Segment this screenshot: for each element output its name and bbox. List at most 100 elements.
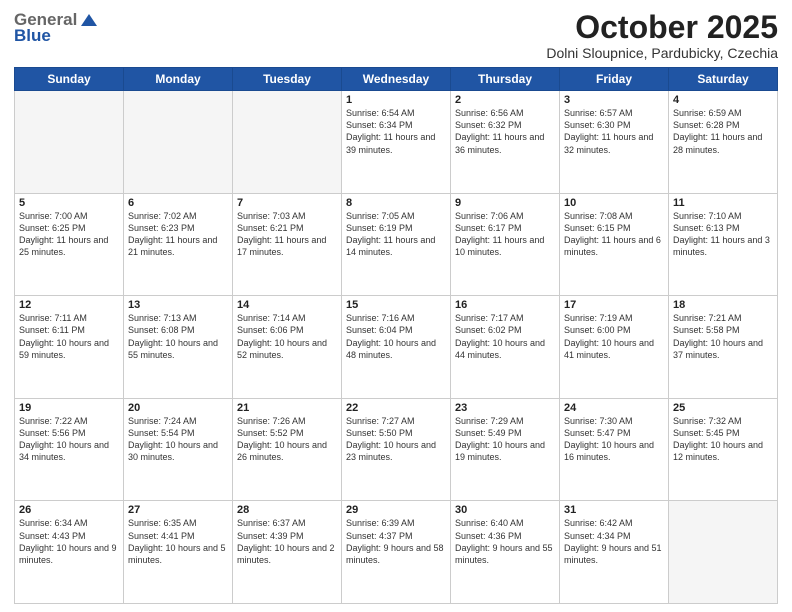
day-number: 14 xyxy=(237,299,337,311)
day-number: 20 xyxy=(128,402,228,414)
day-number: 12 xyxy=(19,299,119,311)
day-cell xyxy=(233,91,342,194)
weekday-header-tuesday: Tuesday xyxy=(233,68,342,91)
day-info: Sunrise: 7:17 AM Sunset: 6:02 PM Dayligh… xyxy=(455,312,555,361)
weekday-header-wednesday: Wednesday xyxy=(342,68,451,91)
day-number: 15 xyxy=(346,299,446,311)
day-info: Sunrise: 6:39 AM Sunset: 4:37 PM Dayligh… xyxy=(346,517,446,566)
week-row-3: 12Sunrise: 7:11 AM Sunset: 6:11 PM Dayli… xyxy=(15,296,778,399)
day-info: Sunrise: 7:11 AM Sunset: 6:11 PM Dayligh… xyxy=(19,312,119,361)
weekday-header-thursday: Thursday xyxy=(451,68,560,91)
day-cell: 28Sunrise: 6:37 AM Sunset: 4:39 PM Dayli… xyxy=(233,501,342,604)
day-info: Sunrise: 7:02 AM Sunset: 6:23 PM Dayligh… xyxy=(128,210,228,259)
day-info: Sunrise: 7:14 AM Sunset: 6:06 PM Dayligh… xyxy=(237,312,337,361)
day-number: 23 xyxy=(455,402,555,414)
day-info: Sunrise: 6:57 AM Sunset: 6:30 PM Dayligh… xyxy=(564,107,664,156)
day-number: 19 xyxy=(19,402,119,414)
weekday-header-saturday: Saturday xyxy=(669,68,778,91)
day-cell: 27Sunrise: 6:35 AM Sunset: 4:41 PM Dayli… xyxy=(124,501,233,604)
day-cell: 4Sunrise: 6:59 AM Sunset: 6:28 PM Daylig… xyxy=(669,91,778,194)
day-info: Sunrise: 7:03 AM Sunset: 6:21 PM Dayligh… xyxy=(237,210,337,259)
week-row-1: 1Sunrise: 6:54 AM Sunset: 6:34 PM Daylig… xyxy=(15,91,778,194)
day-info: Sunrise: 7:19 AM Sunset: 6:00 PM Dayligh… xyxy=(564,312,664,361)
day-number: 21 xyxy=(237,402,337,414)
day-cell: 13Sunrise: 7:13 AM Sunset: 6:08 PM Dayli… xyxy=(124,296,233,399)
day-info: Sunrise: 7:05 AM Sunset: 6:19 PM Dayligh… xyxy=(346,210,446,259)
day-number: 13 xyxy=(128,299,228,311)
day-cell: 18Sunrise: 7:21 AM Sunset: 5:58 PM Dayli… xyxy=(669,296,778,399)
day-number: 8 xyxy=(346,197,446,209)
day-info: Sunrise: 7:10 AM Sunset: 6:13 PM Dayligh… xyxy=(673,210,773,259)
day-cell: 5Sunrise: 7:00 AM Sunset: 6:25 PM Daylig… xyxy=(15,193,124,296)
day-info: Sunrise: 6:34 AM Sunset: 4:43 PM Dayligh… xyxy=(19,517,119,566)
day-cell xyxy=(669,501,778,604)
day-info: Sunrise: 7:32 AM Sunset: 5:45 PM Dayligh… xyxy=(673,415,773,464)
day-number: 9 xyxy=(455,197,555,209)
day-info: Sunrise: 7:22 AM Sunset: 5:56 PM Dayligh… xyxy=(19,415,119,464)
day-cell: 6Sunrise: 7:02 AM Sunset: 6:23 PM Daylig… xyxy=(124,193,233,296)
day-number: 2 xyxy=(455,94,555,106)
day-cell xyxy=(124,91,233,194)
day-info: Sunrise: 7:00 AM Sunset: 6:25 PM Dayligh… xyxy=(19,210,119,259)
day-info: Sunrise: 6:40 AM Sunset: 4:36 PM Dayligh… xyxy=(455,517,555,566)
day-info: Sunrise: 7:27 AM Sunset: 5:50 PM Dayligh… xyxy=(346,415,446,464)
weekday-header-monday: Monday xyxy=(124,68,233,91)
day-number: 28 xyxy=(237,504,337,516)
weekday-header-friday: Friday xyxy=(560,68,669,91)
day-cell: 16Sunrise: 7:17 AM Sunset: 6:02 PM Dayli… xyxy=(451,296,560,399)
weekday-header-row: SundayMondayTuesdayWednesdayThursdayFrid… xyxy=(15,68,778,91)
day-cell: 31Sunrise: 6:42 AM Sunset: 4:34 PM Dayli… xyxy=(560,501,669,604)
day-cell: 24Sunrise: 7:30 AM Sunset: 5:47 PM Dayli… xyxy=(560,398,669,501)
day-cell: 7Sunrise: 7:03 AM Sunset: 6:21 PM Daylig… xyxy=(233,193,342,296)
day-cell xyxy=(15,91,124,194)
day-number: 16 xyxy=(455,299,555,311)
day-info: Sunrise: 6:37 AM Sunset: 4:39 PM Dayligh… xyxy=(237,517,337,566)
subtitle: Dolni Sloupnice, Pardubicky, Czechia xyxy=(546,45,778,61)
day-number: 30 xyxy=(455,504,555,516)
day-info: Sunrise: 7:26 AM Sunset: 5:52 PM Dayligh… xyxy=(237,415,337,464)
day-number: 24 xyxy=(564,402,664,414)
month-title: October 2025 xyxy=(546,10,778,45)
logo-blue-text: Blue xyxy=(14,26,51,46)
header: General Blue October 2025 Dolni Sloupnic… xyxy=(14,10,778,61)
day-info: Sunrise: 6:54 AM Sunset: 6:34 PM Dayligh… xyxy=(346,107,446,156)
day-cell: 14Sunrise: 7:14 AM Sunset: 6:06 PM Dayli… xyxy=(233,296,342,399)
day-number: 4 xyxy=(673,94,773,106)
day-info: Sunrise: 7:30 AM Sunset: 5:47 PM Dayligh… xyxy=(564,415,664,464)
title-block: October 2025 Dolni Sloupnice, Pardubicky… xyxy=(546,10,778,61)
day-cell: 11Sunrise: 7:10 AM Sunset: 6:13 PM Dayli… xyxy=(669,193,778,296)
day-cell: 20Sunrise: 7:24 AM Sunset: 5:54 PM Dayli… xyxy=(124,398,233,501)
day-info: Sunrise: 7:06 AM Sunset: 6:17 PM Dayligh… xyxy=(455,210,555,259)
day-cell: 12Sunrise: 7:11 AM Sunset: 6:11 PM Dayli… xyxy=(15,296,124,399)
day-number: 27 xyxy=(128,504,228,516)
day-info: Sunrise: 7:29 AM Sunset: 5:49 PM Dayligh… xyxy=(455,415,555,464)
day-info: Sunrise: 7:08 AM Sunset: 6:15 PM Dayligh… xyxy=(564,210,664,259)
day-cell: 21Sunrise: 7:26 AM Sunset: 5:52 PM Dayli… xyxy=(233,398,342,501)
day-number: 17 xyxy=(564,299,664,311)
day-cell: 3Sunrise: 6:57 AM Sunset: 6:30 PM Daylig… xyxy=(560,91,669,194)
day-info: Sunrise: 6:42 AM Sunset: 4:34 PM Dayligh… xyxy=(564,517,664,566)
day-info: Sunrise: 6:59 AM Sunset: 6:28 PM Dayligh… xyxy=(673,107,773,156)
day-number: 22 xyxy=(346,402,446,414)
day-cell: 2Sunrise: 6:56 AM Sunset: 6:32 PM Daylig… xyxy=(451,91,560,194)
day-info: Sunrise: 6:35 AM Sunset: 4:41 PM Dayligh… xyxy=(128,517,228,566)
day-cell: 10Sunrise: 7:08 AM Sunset: 6:15 PM Dayli… xyxy=(560,193,669,296)
day-cell: 1Sunrise: 6:54 AM Sunset: 6:34 PM Daylig… xyxy=(342,91,451,194)
day-cell: 29Sunrise: 6:39 AM Sunset: 4:37 PM Dayli… xyxy=(342,501,451,604)
week-row-2: 5Sunrise: 7:00 AM Sunset: 6:25 PM Daylig… xyxy=(15,193,778,296)
day-number: 25 xyxy=(673,402,773,414)
week-row-4: 19Sunrise: 7:22 AM Sunset: 5:56 PM Dayli… xyxy=(15,398,778,501)
day-cell: 8Sunrise: 7:05 AM Sunset: 6:19 PM Daylig… xyxy=(342,193,451,296)
day-number: 3 xyxy=(564,94,664,106)
day-cell: 22Sunrise: 7:27 AM Sunset: 5:50 PM Dayli… xyxy=(342,398,451,501)
weekday-header-sunday: Sunday xyxy=(15,68,124,91)
day-info: Sunrise: 7:24 AM Sunset: 5:54 PM Dayligh… xyxy=(128,415,228,464)
logo: General Blue xyxy=(14,10,99,46)
day-number: 7 xyxy=(237,197,337,209)
day-number: 29 xyxy=(346,504,446,516)
day-info: Sunrise: 6:56 AM Sunset: 6:32 PM Dayligh… xyxy=(455,107,555,156)
logo-icon xyxy=(79,12,99,28)
calendar-table: SundayMondayTuesdayWednesdayThursdayFrid… xyxy=(14,67,778,604)
day-number: 10 xyxy=(564,197,664,209)
day-number: 6 xyxy=(128,197,228,209)
